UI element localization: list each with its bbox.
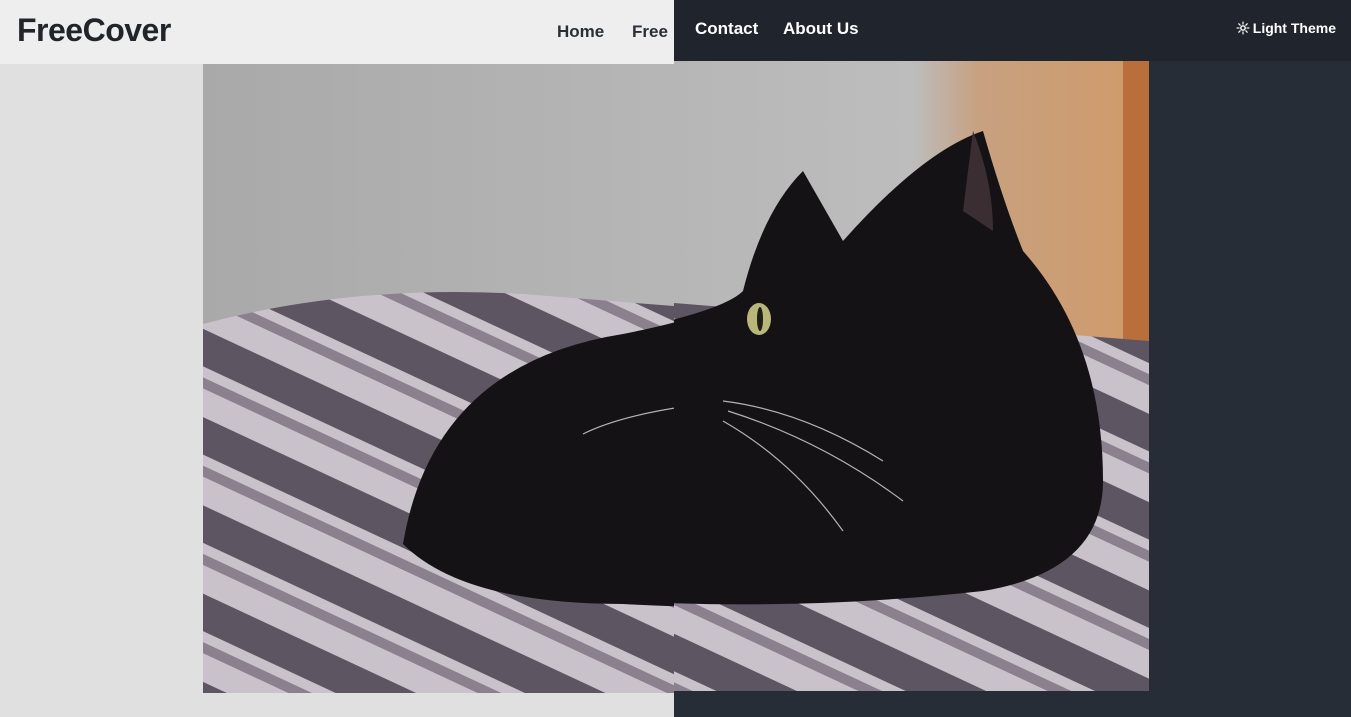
navbar-light: FreeCover Home Free (0, 0, 674, 64)
brand-logo[interactable]: FreeCover (17, 12, 171, 49)
theme-toggle-button[interactable]: Light Theme (1236, 20, 1336, 36)
navbar-dark: Contact About Us Light Theme (674, 0, 1351, 61)
light-theme-panel: FreeCover Home Free (0, 0, 674, 717)
hero-image (203, 64, 674, 693)
dark-theme-panel: Contact About Us Light Theme (674, 0, 1351, 717)
nav-about-link[interactable]: About Us (783, 19, 859, 39)
nav-free-link[interactable]: Free (632, 22, 668, 42)
hero-image-dark (674, 61, 1149, 691)
theme-toggle-label: Light Theme (1252, 20, 1336, 36)
gear-icon (1236, 21, 1250, 35)
nav-home-link[interactable]: Home (557, 22, 604, 42)
nav-contact-link[interactable]: Contact (695, 19, 758, 39)
